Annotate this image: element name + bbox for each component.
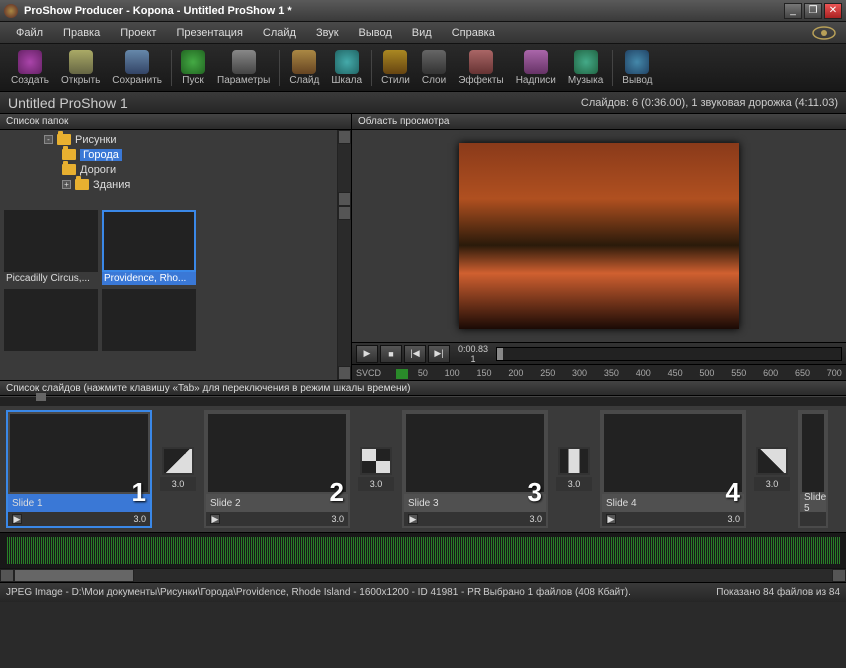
- thumb-item[interactable]: Piccadilly Circus,...: [4, 210, 98, 285]
- preview-image: [459, 143, 739, 329]
- play-icon[interactable]: ▶: [408, 514, 418, 524]
- toolbar-effects[interactable]: Эффекты: [453, 48, 508, 88]
- toolbar-save[interactable]: Сохранить: [107, 48, 167, 88]
- tab-marker[interactable]: [0, 396, 846, 406]
- window-title: ProShow Producer - Kopona - Untitled Pro…: [24, 5, 784, 17]
- tree-row-buildings[interactable]: +Здания: [4, 177, 333, 192]
- transport-controls: ▶ ■ |◀ ▶| 0:00.831: [352, 342, 846, 364]
- app-logo-icon: [4, 4, 18, 18]
- folders-header: Список папок: [0, 114, 351, 130]
- expand-icon[interactable]: +: [62, 180, 71, 189]
- maximize-button[interactable]: ❐: [804, 3, 822, 19]
- menu-sound[interactable]: Звук: [308, 25, 347, 41]
- format-label: SVCD: [356, 368, 396, 378]
- audio-track[interactable]: [0, 532, 846, 568]
- titlebar: ProShow Producer - Kopona - Untitled Pro…: [0, 0, 846, 22]
- minimize-button[interactable]: _: [784, 3, 802, 19]
- project-name: Untitled ProShow 1: [8, 95, 581, 111]
- preview-header: Область просмотра: [352, 114, 846, 130]
- toolbar-play[interactable]: Пуск: [176, 48, 210, 88]
- transition-item[interactable]: 3.0: [156, 410, 200, 528]
- menu-output[interactable]: Вывод: [351, 25, 400, 41]
- transition-item[interactable]: 3.0: [354, 410, 398, 528]
- folder-icon: [62, 164, 76, 175]
- folder-tree: -Рисунки Города Дороги +Здания: [0, 130, 351, 206]
- menu-help[interactable]: Справка: [444, 25, 503, 41]
- toolbar-captions[interactable]: Надписи: [511, 48, 561, 88]
- preview-eye-icon[interactable]: [810, 24, 838, 42]
- stop-button[interactable]: ■: [380, 345, 402, 363]
- menu-view[interactable]: Вид: [404, 25, 440, 41]
- menu-file[interactable]: Файл: [8, 25, 51, 41]
- menubar: Файл Правка Проект Презентация Слайд Зву…: [0, 22, 846, 44]
- status-selection: Выбрано 1 файлов (408 Кбайт).: [483, 587, 631, 598]
- toolbar-output[interactable]: Вывод: [617, 48, 657, 88]
- transition-item[interactable]: 3.0: [750, 410, 794, 528]
- thumb-item[interactable]: Providence, Rho...: [102, 210, 196, 285]
- folder-scrollbar[interactable]: [337, 130, 351, 206]
- transition-item[interactable]: 3.0: [552, 410, 596, 528]
- ruler-marker-icon: [396, 369, 408, 379]
- folder-icon: [75, 179, 89, 190]
- toolbar: Создать Открыть Сохранить Пуск Параметры…: [0, 44, 846, 92]
- toolbar-create[interactable]: Создать: [6, 48, 54, 88]
- status-fileinfo: JPEG Image - D:\Мои документы\Рисунки\Го…: [6, 587, 481, 598]
- toolbar-styles[interactable]: Стили: [376, 48, 415, 88]
- slide-item[interactable]: 4 Slide 4 ▶3.0: [600, 410, 746, 528]
- play-icon[interactable]: ▶: [12, 514, 22, 524]
- folder-icon: [62, 149, 76, 160]
- menu-project[interactable]: Проект: [112, 25, 164, 41]
- thumb-item[interactable]: [102, 289, 196, 353]
- toolbar-layers[interactable]: Слои: [417, 48, 451, 88]
- play-button[interactable]: ▶: [356, 345, 378, 363]
- play-icon[interactable]: ▶: [606, 514, 616, 524]
- thumb-item[interactable]: [4, 289, 98, 353]
- project-bar: Untitled ProShow 1 Слайдов: 6 (0:36.00),…: [0, 92, 846, 114]
- slide-item[interactable]: 2 Slide 2 ▶3.0: [204, 410, 350, 528]
- status-count: Показано 84 файлов из 84: [716, 587, 840, 598]
- toolbar-scale[interactable]: Шкала: [326, 48, 367, 88]
- play-icon[interactable]: ▶: [210, 514, 220, 524]
- thumb-scrollbar[interactable]: [337, 206, 351, 380]
- collapse-icon[interactable]: -: [44, 135, 53, 144]
- toolbar-params[interactable]: Параметры: [212, 48, 275, 88]
- preview-area: [352, 130, 846, 342]
- toolbar-music[interactable]: Музыка: [563, 48, 608, 88]
- menu-edit[interactable]: Правка: [55, 25, 108, 41]
- project-summary: Слайдов: 6 (0:36.00), 1 звуковая дорожка…: [581, 97, 838, 109]
- folder-icon: [57, 134, 71, 145]
- thumbnail-grid: Piccadilly Circus,... Providence, Rho...: [0, 206, 351, 380]
- slide-strip: 1 Slide 1 ▶3.0 3.0 2 Slide 2 ▶3.0 3.0 3 …: [0, 406, 846, 532]
- timecode: 0:00.831: [458, 344, 488, 364]
- slidelist-header: Список слайдов (нажмите клавишу «Tab» дл…: [0, 380, 846, 396]
- toolbar-open[interactable]: Открыть: [56, 48, 105, 88]
- close-button[interactable]: ✕: [824, 3, 842, 19]
- menu-presentation[interactable]: Презентация: [168, 25, 250, 41]
- tree-row-roads[interactable]: Дороги: [4, 162, 333, 177]
- slide-item[interactable]: 1 Slide 1 ▶3.0: [6, 410, 152, 528]
- slide-item[interactable]: Slide 5: [798, 410, 828, 528]
- waveform: [6, 537, 840, 564]
- menu-slide[interactable]: Слайд: [255, 25, 304, 41]
- horizontal-scrollbar[interactable]: [0, 568, 846, 582]
- toolbar-slide[interactable]: Слайд: [284, 48, 324, 88]
- status-bar: JPEG Image - D:\Мои документы\Рисунки\Го…: [0, 582, 846, 602]
- tree-row-cities[interactable]: Города: [4, 147, 333, 162]
- ruler: SVCD 05010015020025030035040045050055060…: [352, 364, 846, 380]
- next-button[interactable]: ▶|: [428, 345, 450, 363]
- tree-row-pictures[interactable]: -Рисунки: [4, 132, 333, 147]
- prev-button[interactable]: |◀: [404, 345, 426, 363]
- slide-item[interactable]: 3 Slide 3 ▶3.0: [402, 410, 548, 528]
- timeline-scrubber[interactable]: [496, 347, 842, 361]
